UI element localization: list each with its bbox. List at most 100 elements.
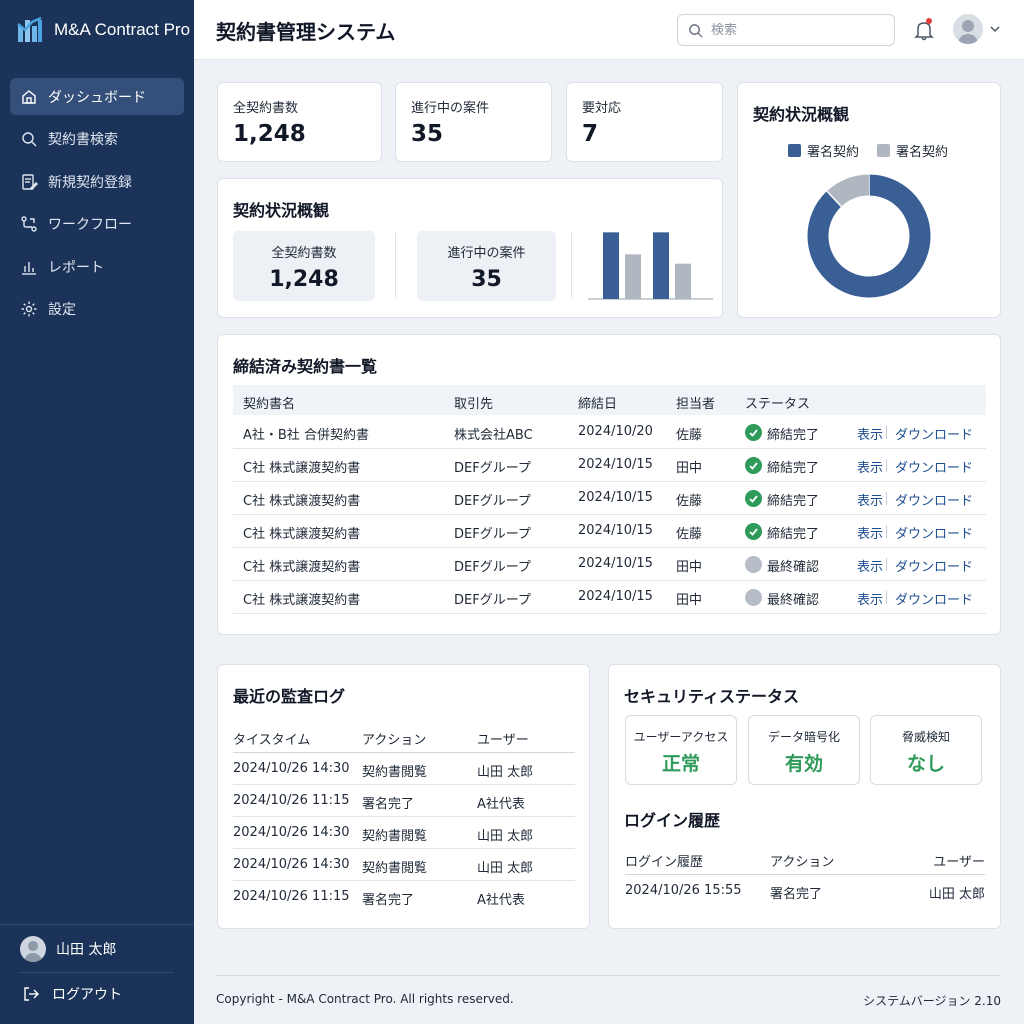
table-row[interactable]: 2024/10/26 15:55 署名完了 山田 太郎 — [625, 875, 985, 907]
legend-item: 署名契約 — [788, 141, 859, 160]
log-action: 署名完了 — [362, 893, 415, 908]
donut-chart — [807, 174, 931, 298]
column-header[interactable]: 担当者 — [676, 393, 715, 412]
app-logo-icon — [17, 16, 42, 42]
gear-icon — [21, 301, 37, 317]
legend-label: 署名契約 — [896, 145, 949, 160]
bar-1-0 — [653, 232, 669, 299]
home-icon — [22, 89, 36, 104]
log-time: 2024/10/26 14:30 — [233, 761, 350, 776]
column-header: タイスタイム — [233, 733, 311, 748]
table-row[interactable]: C社 株式譲渡契約書 DEFグループ 2024/10/15 佐藤 締結完了 表示 ダウンロー… — [233, 482, 986, 515]
stat-value: 1,248 — [233, 121, 306, 147]
security-status-threat[interactable]: 脅威検知 なし — [870, 715, 982, 785]
download-link[interactable]: ダウンロード — [895, 556, 973, 575]
workflow-icon — [21, 216, 37, 232]
view-link[interactable]: 表示 — [857, 523, 883, 542]
view-link[interactable]: 表示 — [857, 457, 883, 476]
security-status-encryption[interactable]: データ暗号化 有効 — [748, 715, 860, 785]
legend-swatch — [877, 144, 890, 157]
stat-card-in-progress[interactable]: 進行中の案件 35 — [395, 82, 552, 162]
contract-date: 2024/10/15 — [578, 589, 653, 604]
download-link[interactable]: ダウンロード — [895, 457, 973, 476]
link-separator — [886, 558, 887, 571]
contract-status: 締結完了 — [767, 461, 820, 476]
stat-card-total[interactable]: 全契約書数 1,248 — [217, 82, 382, 162]
logout-button[interactable]: ログアウト — [22, 984, 122, 1004]
sidebar-item-new-contract[interactable]: 新規契約登録 — [10, 163, 184, 200]
mini-stat-total: 全契約書数 1,248 — [233, 231, 375, 301]
sidebar-item-dashboard[interactable]: ダッシュボード — [10, 78, 184, 115]
security-status-user-access[interactable]: ユーザーアクセス 正常 — [625, 715, 737, 785]
column-header[interactable]: 取引先 — [454, 393, 493, 412]
table-row[interactable]: C社 株式譲渡契約書 DEFグループ 2024/10/15 田中 最終確認 表示 ダウンロー… — [233, 581, 986, 614]
sidebar-item-settings[interactable]: 設定 — [10, 291, 184, 328]
brand[interactable]: M&A Contract Pro — [16, 16, 190, 44]
sidebar-item-reports[interactable]: レポート — [10, 248, 184, 285]
download-link[interactable]: ダウンロード — [895, 589, 973, 608]
audit-log-card: 最近の監査ログ タイスタイム アクション ユーザー 2024/10/26 14:… — [217, 664, 590, 929]
log-action: 契約書閲覧 — [362, 765, 428, 780]
column-header[interactable]: ステータス — [745, 393, 810, 412]
table-row[interactable]: C社 株式譲渡契約書 DEFグループ 2024/10/15 田中 最終確認 表示 ダウンロー… — [233, 548, 986, 581]
table-row[interactable]: C社 株式譲渡契約書 DEFグループ 2024/10/15 田中 締結完了 表示 ダウンロー… — [233, 449, 986, 482]
mini-stat-value: 35 — [471, 267, 502, 292]
sidebar-item-contract-search[interactable]: 契約書検索 — [10, 121, 184, 158]
view-link[interactable]: 表示 — [857, 556, 883, 575]
search-input[interactable] — [711, 22, 881, 38]
download-link[interactable]: ダウンロード — [895, 523, 973, 542]
link-separator — [886, 426, 887, 439]
check-circle-icon — [745, 490, 762, 507]
log-user: 山田 太郎 — [477, 861, 534, 876]
contract-owner: 佐藤 — [676, 494, 703, 509]
sidebar-divider — [0, 924, 194, 925]
log-action: 契約書閲覧 — [362, 861, 428, 876]
table-row[interactable]: 2024/10/26 11:15 署名完了 A社代表 — [233, 881, 575, 913]
download-link[interactable]: ダウンロード — [895, 490, 973, 509]
security-label: ユーザーアクセス — [633, 730, 729, 744]
view-link[interactable]: 表示 — [857, 589, 883, 608]
column-header: ログイン履歴 — [625, 855, 704, 870]
sidebar-user[interactable]: 山田 太郎 — [20, 936, 116, 962]
column-header[interactable]: 契約書名 — [243, 393, 295, 412]
sidebar: M&A Contract Pro ダッシュボード 契約書検索 新規契約登録 ワー… — [0, 0, 194, 1024]
sidebar-item-label: 契約書検索 — [48, 132, 118, 148]
donut-slice-0 — [807, 174, 931, 298]
security-title: セキュリティステータス — [624, 687, 800, 706]
search-box[interactable] — [677, 14, 895, 46]
table-row[interactable]: 2024/10/26 14:30 契約書閲覧 山田 太郎 — [233, 753, 575, 785]
table-row[interactable]: C社 株式譲渡契約書 DEFグループ 2024/10/15 佐藤 締結完了 表示 ダウンロー… — [233, 515, 986, 548]
sidebar-item-workflow[interactable]: ワークフロー — [10, 206, 184, 243]
contract-partner: DEFグループ — [454, 527, 531, 542]
table-row[interactable]: A社・B社 合併契約書 株式会社ABC 2024/10/20 佐藤 締結完了 表示 ダウンロ… — [233, 416, 986, 449]
chevron-down-icon[interactable] — [989, 23, 1001, 35]
table-header: 契約書名 取引先 締結日 担当者 ステータス — [233, 385, 986, 415]
bar-1-1 — [675, 263, 691, 299]
contract-partner: DEFグループ — [454, 494, 531, 509]
log-action: 署名完了 — [362, 797, 415, 812]
search-icon — [689, 23, 703, 38]
stat-label: 進行中の案件 — [411, 101, 490, 116]
contract-name: C社 株式譲渡契約書 — [243, 593, 361, 608]
contract-name: C社 株式譲渡契約書 — [243, 461, 361, 476]
contract-name: A社・B社 合併契約書 — [243, 428, 369, 443]
logout-label: ログアウト — [52, 987, 122, 1003]
bar-chart — [588, 232, 713, 300]
view-link[interactable]: 表示 — [857, 490, 883, 509]
stat-value: 35 — [411, 121, 444, 147]
column-header[interactable]: 締結日 — [578, 393, 617, 412]
avatar[interactable] — [953, 14, 983, 44]
stat-card-action-required[interactable]: 要対応 7 — [566, 82, 723, 162]
contract-date: 2024/10/15 — [578, 523, 653, 538]
table-row[interactable]: 2024/10/26 11:15 署名完了 A社代表 — [233, 785, 575, 817]
contract-owner: 佐藤 — [676, 527, 703, 542]
view-link[interactable]: 表示 — [857, 424, 883, 443]
check-circle-icon — [745, 424, 762, 441]
security-value: なし — [906, 753, 945, 775]
table-row[interactable]: 2024/10/26 14:30 契約書閲覧 山田 太郎 — [233, 849, 575, 881]
contract-status: 締結完了 — [767, 494, 820, 509]
table-row[interactable]: 2024/10/26 14:30 契約書閲覧 山田 太郎 — [233, 817, 575, 849]
legend-item: 署名契約 — [877, 141, 948, 160]
notification-button[interactable] — [914, 18, 934, 41]
download-link[interactable]: ダウンロード — [895, 424, 973, 443]
